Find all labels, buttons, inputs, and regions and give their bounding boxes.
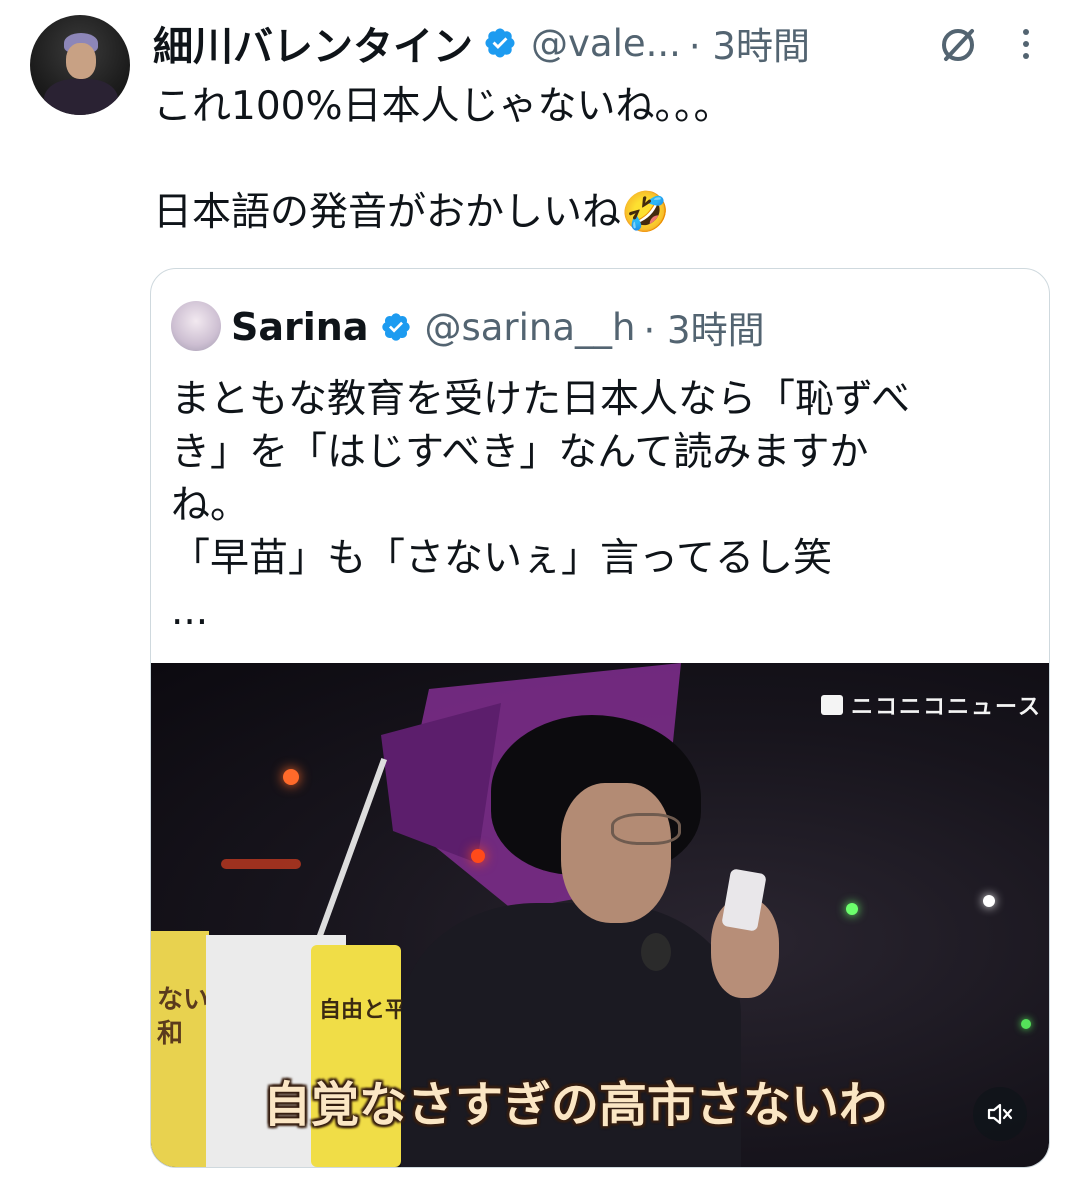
quoted-tweet-time[interactable]: · 3時間 <box>644 300 765 354</box>
quoted-tweet-text: まともな教育を受けた日本人なら「恥ずべ き」を「はじすべき」なんて読みますか ね… <box>171 377 911 634</box>
author-avatar[interactable] <box>30 15 130 115</box>
quoted-video[interactable]: ない 和 自由と平和 ニコニコニュース 自覚なさすぎの高市さないわ <box>151 663 1049 1167</box>
more-icon[interactable] <box>1015 25 1037 63</box>
quoted-tweet[interactable]: Sarina @sarina__h · 3時間 まともな教育を受けた日本人なら「… <box>150 268 1050 1168</box>
watermark-text: ニコニコニュース <box>851 695 1042 720</box>
person-face <box>561 783 671 923</box>
tweet-header: 細川バレンタイン @vale... · 3時間 <box>153 14 810 72</box>
mute-button[interactable] <box>973 1087 1027 1141</box>
quoted-author-avatar[interactable] <box>171 301 221 351</box>
tweet-time[interactable]: · 3時間 <box>689 16 810 70</box>
background-light <box>221 859 301 869</box>
verified-badge-icon <box>485 28 515 58</box>
watermark: ニコニコニュース <box>821 689 1042 721</box>
background-light <box>983 895 995 907</box>
background-light <box>1021 1019 1031 1029</box>
quoted-author-name[interactable]: Sarina <box>231 305 368 349</box>
video-subtitle: 自覚なさすぎの高市さないわ <box>263 1077 888 1133</box>
background-light <box>846 903 858 915</box>
tv-icon <box>821 695 843 715</box>
verified-badge-icon <box>382 313 411 341</box>
glasses <box>611 813 681 845</box>
sign-left-text: ない 和 <box>157 985 210 1049</box>
background-light <box>471 849 485 863</box>
microphone <box>641 933 671 971</box>
quoted-author-handle[interactable]: @sarina__h <box>424 306 635 349</box>
flag-pole <box>312 758 388 948</box>
tweet-text: これ100%日本人じゃないね。。。 日本語の発音がおかしいね🤣 <box>153 84 733 235</box>
grok-icon[interactable] <box>937 24 979 66</box>
author-handle[interactable]: @vale... <box>531 22 681 65</box>
mute-icon <box>987 1103 1013 1125</box>
quoted-tweet-header: Sarina @sarina__h · 3時間 <box>231 299 765 355</box>
author-name[interactable]: 細川バレンタイン <box>153 14 473 72</box>
background-light <box>283 769 299 785</box>
